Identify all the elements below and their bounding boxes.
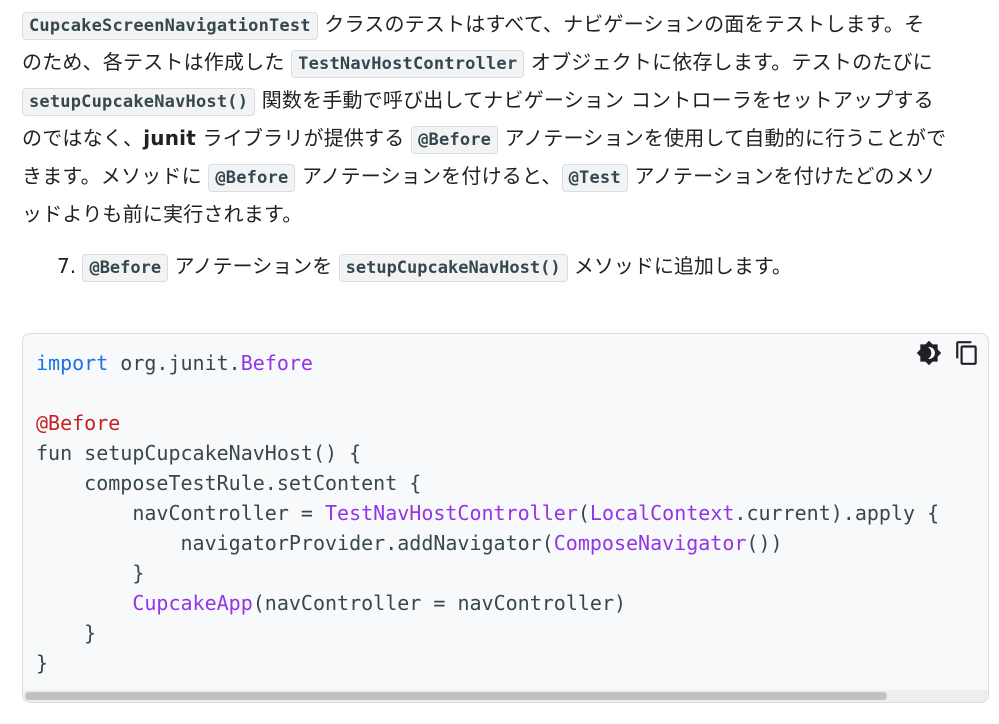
paragraph-text: きます。メソッドに (22, 164, 209, 188)
paragraph-text: ッドよりも前に実行されます。 (22, 202, 303, 226)
paragraph-line: ッドよりも前に実行されます。 (22, 196, 984, 232)
code-line: CupcakeApp(navController = navController… (36, 591, 626, 615)
content-copy-icon[interactable] (954, 340, 980, 366)
scrollbar-thumb[interactable] (25, 692, 887, 700)
plain-token: (navController = navController) (252, 591, 627, 615)
code-line: composeTestRule.setContent { (36, 471, 422, 495)
inline-code: @Before (411, 126, 499, 154)
code-content[interactable]: import org.junit.Before @Before fun setu… (36, 348, 939, 678)
paragraph-text: オブジェクトに依存します。テストのたびに (524, 50, 933, 74)
code-line: } (36, 561, 145, 585)
paragraph-line: のではなく、junit ライブラリが提供する @Before アノテーションを使… (22, 120, 984, 158)
horizontal-scrollbar[interactable] (23, 690, 988, 702)
plain-token: .current).apply { (734, 501, 940, 525)
paragraph-line: CupcakeScreenNavigationTest クラスのテストはすべて、… (22, 6, 984, 44)
inline-code: setupCupcakeNavHost() (338, 254, 568, 282)
code-line: navController = TestNavHostController(Lo… (36, 501, 939, 525)
type-token: Before (240, 351, 313, 375)
inline-code: @Before (82, 254, 169, 282)
paragraph-text: のため、各テストは作成した (22, 50, 292, 74)
inline-code: @Before (208, 164, 296, 192)
code-line: navigatorProvider.addNavigator(ComposeNa… (36, 531, 783, 555)
paragraph-line: setupCupcakeNavHost() 関数を手動で呼び出してナビゲーション… (22, 82, 984, 120)
code-line: } (36, 621, 97, 645)
plain-token: org.junit. (108, 351, 241, 375)
step-item: 7. @Before アノテーションを setupCupcakeNavHost(… (57, 248, 987, 286)
paragraph-line: きます。メソッドに @Before アノテーションを付けると、 @Test アノテ… (22, 158, 984, 196)
code-line: } (36, 651, 49, 675)
plain-token: ()) (746, 531, 783, 555)
keyword-token: import (36, 351, 109, 375)
inline-code: @Test (561, 164, 628, 192)
inline-code: setupCupcakeNavHost() (22, 88, 256, 116)
inline-code: CupcakeScreenNavigationTest (22, 12, 318, 40)
description-paragraph: CupcakeScreenNavigationTest クラスのテストはすべて、… (22, 6, 984, 232)
type-token: ComposeNavigator (553, 531, 747, 555)
type-token: CupcakeApp (132, 591, 253, 615)
step-text: メソッドに追加します。 (567, 254, 792, 278)
paragraph-text: ライブラリが提供する (195, 126, 412, 150)
type-token: TestNavHostController (324, 501, 578, 525)
plain-token: navController = (36, 501, 325, 525)
paragraph-text: アノテーションを付けたどのメソ (627, 164, 936, 188)
paragraph-text: アノテーションを使用して自動的に行うことがで (498, 126, 947, 150)
plain-token: ( (577, 501, 590, 525)
step-number: 7. (57, 254, 77, 278)
step-text: アノテーションを (168, 254, 339, 278)
paragraph-text: クラスのテストはすべて、ナビゲーションの面をテストします。そ (317, 12, 925, 36)
paragraph-text: のではなく、 (22, 126, 144, 150)
annotation-token: @Before (36, 411, 121, 435)
inline-code: TestNavHostController (291, 50, 525, 78)
paragraph-text: アノテーションを付けると、 (295, 164, 562, 188)
paragraph-line: のため、各テストは作成した TestNavHostController オブジェ… (22, 44, 984, 82)
plain-token: navigatorProvider.addNavigator( (36, 531, 554, 555)
bold-term: junit (143, 126, 196, 150)
type-token: LocalContext (589, 501, 735, 525)
code-line: fun setupCupcakeNavHost() { (36, 441, 362, 465)
code-line: @Before (36, 411, 120, 435)
code-block[interactable]: import org.junit.Before @Before fun setu… (22, 333, 989, 703)
paragraph-text: 関数を手動で呼び出してナビゲーション コントローラをセットアップする (255, 88, 934, 112)
code-line: import org.junit.Before (36, 351, 313, 375)
